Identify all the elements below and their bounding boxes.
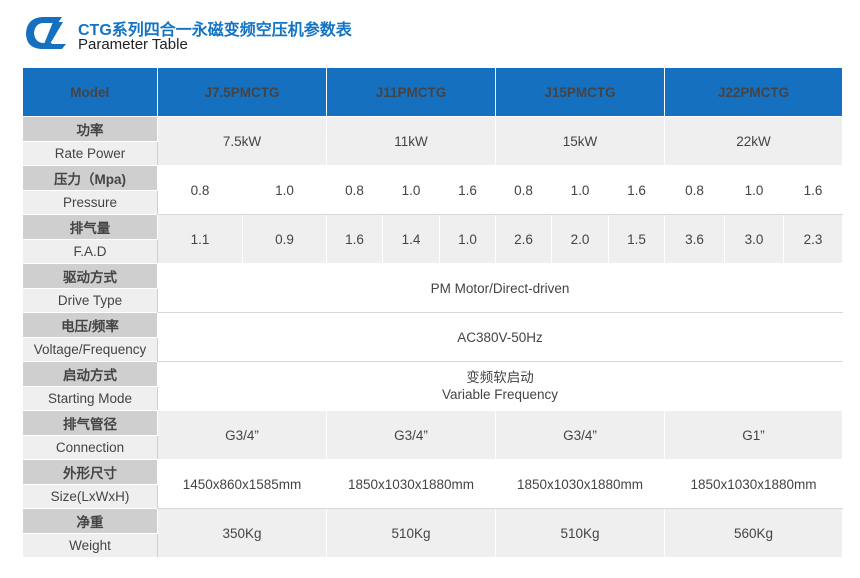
voltage-value: AC380V-50Hz xyxy=(157,312,843,362)
pressure-value: 1.0 xyxy=(242,165,327,215)
pressure-value: 0.8 xyxy=(157,165,243,215)
row-label-en: Rate Power xyxy=(22,141,158,166)
weight-value: 350Kg xyxy=(157,508,327,558)
table-row: 压力（Mpa) 0.8 1.0 0.8 1.0 1.6 0.8 1.0 1.6 … xyxy=(22,165,843,215)
size-value: 1850x1030x1880mm xyxy=(495,459,665,509)
starting-mode-cn: 变频软启动 xyxy=(466,370,534,385)
model-label: Model xyxy=(22,67,158,117)
connection-value: G3/4” xyxy=(326,410,496,460)
pressure-value: 0.8 xyxy=(326,165,383,215)
fad-value: 1.6 xyxy=(326,214,383,264)
connection-value: G3/4” xyxy=(157,410,327,460)
model-header: J11PMCTG xyxy=(326,67,496,117)
starting-mode-en: Variable Frequency xyxy=(441,387,559,402)
row-label-cn: 排气管径 xyxy=(22,410,158,436)
row-label-en: Connection xyxy=(22,435,158,460)
row-label-cn: 驱动方式 xyxy=(22,263,158,289)
pressure-value: 1.0 xyxy=(382,165,440,215)
page-header: CTG系列四合一永磁变频空压机参数表 Parameter Table xyxy=(22,14,622,54)
row-label-cn: 功率 xyxy=(22,116,158,142)
weight-value: 560Kg xyxy=(664,508,843,558)
row-label-cn: 外形尺寸 xyxy=(22,459,158,485)
weight-value: 510Kg xyxy=(495,508,665,558)
table-row: 排气量 1.1 0.9 1.6 1.4 1.0 2.6 2.0 1.5 3.6 … xyxy=(22,214,843,264)
page-title-en: Parameter Table xyxy=(78,36,188,53)
row-label-en: Voltage/Frequency xyxy=(22,337,158,362)
model-header: J7.5PMCTG xyxy=(157,67,327,117)
row-label-en: Drive Type xyxy=(22,288,158,313)
fad-value: 1.1 xyxy=(157,214,243,264)
pressure-value: 1.0 xyxy=(724,165,784,215)
connection-value: G3/4” xyxy=(495,410,665,460)
size-value: 1850x1030x1880mm xyxy=(664,459,843,509)
fad-value: 2.0 xyxy=(551,214,609,264)
row-label-cn: 压力（Mpa) xyxy=(22,165,158,191)
fad-value: 0.9 xyxy=(242,214,327,264)
model-header-row: Model J7.5PMCTG J11PMCTG J15PMCTG J22PMC… xyxy=(22,67,843,117)
starting-mode-value: 变频软启动 Variable Frequency xyxy=(157,361,843,411)
model-header: J22PMCTG xyxy=(664,67,843,117)
power-value: 22kW xyxy=(664,116,843,166)
row-label-en: Pressure xyxy=(22,190,158,215)
ctg-logo-icon xyxy=(26,17,66,49)
power-value: 7.5kW xyxy=(157,116,327,166)
table-row: 功率 7.5kW 11kW 15kW 22kW xyxy=(22,116,843,166)
fad-value: 2.3 xyxy=(783,214,843,264)
fad-value: 3.0 xyxy=(724,214,784,264)
fad-value: 2.6 xyxy=(495,214,552,264)
size-value: 1450x860x1585mm xyxy=(157,459,327,509)
table-row: 启动方式 变频软启动 Variable Frequency xyxy=(22,361,843,411)
row-label-en: F.A.D xyxy=(22,239,158,264)
drive-type-value: PM Motor/Direct-driven xyxy=(157,263,843,313)
pressure-value: 1.6 xyxy=(608,165,665,215)
size-value: 1850x1030x1880mm xyxy=(326,459,496,509)
row-label-cn: 启动方式 xyxy=(22,361,158,387)
row-label-en: Size(LxWxH) xyxy=(22,484,158,509)
power-value: 15kW xyxy=(495,116,665,166)
model-header: J15PMCTG xyxy=(495,67,665,117)
row-label-cn: 净重 xyxy=(22,508,158,534)
table-row: 外形尺寸 1450x860x1585mm 1850x1030x1880mm 18… xyxy=(22,459,843,509)
row-label-cn: 电压/频率 xyxy=(22,312,158,338)
fad-value: 1.5 xyxy=(608,214,665,264)
pressure-value: 1.0 xyxy=(551,165,609,215)
table-row: 电压/频率 AC380V-50Hz xyxy=(22,312,843,362)
fad-value: 1.0 xyxy=(439,214,496,264)
table-row: 排气管径 G3/4” G3/4” G3/4” G1” xyxy=(22,410,843,460)
row-label-en: Starting Mode xyxy=(22,386,158,411)
row-label-en: Weight xyxy=(22,533,158,558)
parameter-table: Model J7.5PMCTG J11PMCTG J15PMCTG J22PMC… xyxy=(22,67,843,558)
pressure-value: 0.8 xyxy=(664,165,725,215)
fad-value: 3.6 xyxy=(664,214,725,264)
table-row: 驱动方式 PM Motor/Direct-driven xyxy=(22,263,843,313)
row-label-cn: 排气量 xyxy=(22,214,158,240)
weight-value: 510Kg xyxy=(326,508,496,558)
pressure-value: 1.6 xyxy=(439,165,496,215)
pressure-value: 1.6 xyxy=(783,165,843,215)
pressure-value: 0.8 xyxy=(495,165,552,215)
table-row: 净重 350Kg 510Kg 510Kg 560Kg xyxy=(22,508,843,558)
connection-value: G1” xyxy=(664,410,843,460)
power-value: 11kW xyxy=(326,116,496,166)
fad-value: 1.4 xyxy=(382,214,440,264)
